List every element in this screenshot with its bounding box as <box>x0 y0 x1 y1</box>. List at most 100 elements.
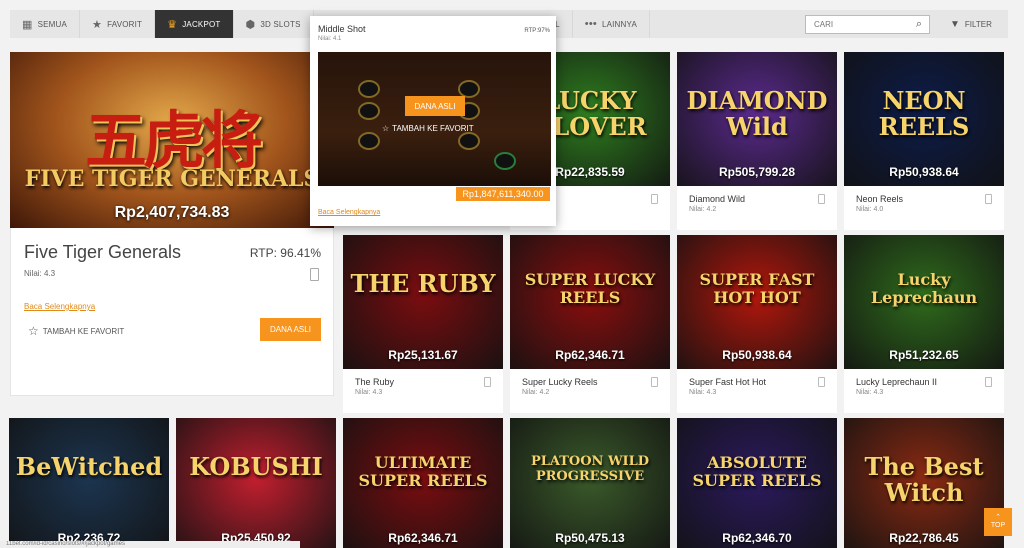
game-name: Super Lucky Reels <box>522 377 598 387</box>
search-box: ⌕ <box>805 15 930 34</box>
filter-button[interactable]: ▼ FILTER <box>950 10 992 38</box>
chevron-up-icon: ⌃ <box>995 514 1001 521</box>
tab-3d-slots[interactable]: ⬢ 3D SLOTS <box>234 10 314 38</box>
mobile-icon <box>651 194 658 204</box>
game-tile[interactable]: KOBUSHI Rp25,450.92 <box>176 418 336 548</box>
game-logo: ABSOLUTE SUPER REELS <box>692 453 822 490</box>
featured-game-image[interactable]: 五虎将 FIVE TIGER GENERALS Rp2,407,734.83 <box>10 52 334 228</box>
mobile-icon <box>985 377 992 387</box>
game-thumbnail[interactable]: NEON REELS Rp50,938.64 <box>844 52 1004 186</box>
status-url: 11bet.com/id-id/casino/slots/#/jackpot/g… <box>0 541 300 548</box>
game-name: Super Fast Hot Hot <box>689 377 767 387</box>
game-logo: NEON REELS <box>878 86 970 141</box>
game-tile[interactable]: PLATOON WILD PROGRESSIVE Rp50,475.13 <box>510 418 670 548</box>
featured-rating: Nilai: 4.3 <box>24 269 56 278</box>
game-tile[interactable]: BeWitched Rp2,236.72 <box>9 418 169 548</box>
game-rating: Nilai: 4.3 <box>856 389 884 396</box>
game-thumbnail[interactable]: PLATOON WILD PROGRESSIVE Rp50,475.13 <box>510 418 670 548</box>
grid-icon: ▦ <box>22 18 33 31</box>
top-label: TOP <box>990 522 1006 529</box>
game-tile[interactable]: SUPER FAST HOT HOT Rp50,938.64 Super Fast … <box>677 235 837 413</box>
game-rating: Nilai: 4.3 <box>689 389 717 396</box>
game-tile[interactable]: SUPER LUCKY REELS Rp62,346.71 Super Lucky … <box>510 235 670 413</box>
game-name: The Ruby <box>355 377 395 387</box>
game-thumbnail[interactable]: THE RUBY Rp25,131.67 <box>343 235 503 369</box>
search-icon[interactable]: ⌕ <box>911 18 927 31</box>
game-info: Super Lucky Reels Nilai: 4.2 <box>510 369 670 413</box>
jackpot-icon: ♛ <box>167 18 178 31</box>
game-rating: Nilai: 4.3 <box>355 389 383 396</box>
jackpot-price: Rp50,938.64 <box>889 165 959 179</box>
game-thumbnail[interactable]: KOBUSHI Rp25,450.92 <box>176 418 336 548</box>
back-to-top-button[interactable]: ⌃ TOP <box>984 508 1012 536</box>
game-tile[interactable]: ULTIMATE SUPER REELS Rp62,346.71 <box>343 418 503 548</box>
game-tile[interactable]: THE RUBY Rp25,131.67 The Ruby Nilai: 4.3 <box>343 235 503 413</box>
jackpot-price: Rp50,938.64 <box>722 348 792 362</box>
game-name: Lucky Leprechaun II <box>856 377 938 387</box>
jackpot-price: Rp62,346.71 <box>555 348 625 362</box>
tab-lainnya[interactable]: ••• LAINNYA <box>573 10 650 38</box>
read-more-link[interactable]: Baca Selengkapnya <box>24 302 95 311</box>
popup-add-favorite[interactable]: ☆ TAMBAH KE FAVORIT <box>382 124 474 133</box>
game-thumbnail[interactable]: Lucky Leprechaun Rp51,232.65 <box>844 235 1004 369</box>
game-thumbnail[interactable]: DIAMOND Wild Rp505,799.28 <box>677 52 837 186</box>
featured-game-name: Five Tiger Generals <box>24 242 182 262</box>
play-real-money-button[interactable]: DANA ASLI <box>260 318 321 341</box>
game-tile[interactable]: DIAMOND Wild Rp505,799.28 Diamond Wild Nila… <box>677 52 837 230</box>
game-logo: The Best Witch <box>864 452 984 507</box>
tab-jackpot[interactable]: ♛ JACKPOT <box>155 10 234 38</box>
popup-rating: Nilai: 4.1 <box>318 36 342 42</box>
featured-info-panel: Five Tiger Generals Nilai: 4.3 RTP: 96.4… <box>10 228 334 396</box>
featured-rtp: RTP: 96.41% <box>249 246 321 260</box>
tab-label: FAVORIT <box>107 19 143 29</box>
game-tile[interactable]: NEON REELS Rp50,938.64 Neon Reels Nilai: 4.… <box>844 52 1004 230</box>
popup-read-more-link[interactable]: Baca Selengkapnya <box>318 209 380 216</box>
jackpot-price: Rp50,475.13 <box>555 531 625 545</box>
search-input[interactable] <box>806 16 911 33</box>
tab-label: JACKPOT <box>182 19 221 29</box>
game-tile[interactable]: The Best Witch Rp22,786.45 <box>844 418 1004 548</box>
game-thumbnail[interactable]: BeWitched Rp2,236.72 <box>9 418 169 548</box>
tab-label: LAINNYA <box>601 19 637 29</box>
game-logo: SUPER FAST HOT HOT <box>699 270 815 307</box>
game-info: Neon Reels Nilai: 4.0 <box>844 186 1004 230</box>
game-logo: PLATOON WILD PROGRESSIVE <box>530 454 650 484</box>
game-tile[interactable]: ABSOLUTE SUPER REELS Rp62,346.70 <box>677 418 837 548</box>
featured-logo-en: FIVE TIGER GENERALS <box>24 166 320 192</box>
favorite-label: TAMBAH KE FAVORIT <box>392 124 474 133</box>
tab-semua[interactable]: ▦ SEMUA <box>10 10 81 38</box>
mobile-icon <box>985 194 992 204</box>
tab-label: 3D SLOTS <box>260 19 301 29</box>
game-thumbnail[interactable]: SUPER FAST HOT HOT Rp50,938.64 <box>677 235 837 369</box>
popup-jackpot-amount: Rp1,847,611,340.00 <box>456 187 550 201</box>
game-hover-popup: Middle Shot Nilai: 4.1 RTP:97% DANA ASLI… <box>310 16 556 226</box>
popup-game-title: Middle Shot <box>318 24 366 34</box>
jackpot-price: Rp51,232.65 <box>889 348 959 362</box>
jackpot-price: Rp62,346.70 <box>722 531 792 545</box>
game-thumbnail[interactable]: ABSOLUTE SUPER REELS Rp62,346.70 <box>677 418 837 548</box>
jackpot-price: Rp505,799.28 <box>718 165 796 179</box>
game-thumbnail[interactable]: SUPER LUCKY REELS Rp62,346.71 <box>510 235 670 369</box>
game-thumbnail[interactable]: The Best Witch Rp22,786.45 <box>844 418 1004 548</box>
game-logo: THE RUBY <box>350 269 496 298</box>
game-logo: DIAMOND Wild <box>686 86 828 141</box>
game-name: Neon Reels <box>856 194 904 204</box>
favorite-label: TAMBAH KE FAVORIT <box>42 326 125 336</box>
game-logo: Lucky Leprechaun <box>870 270 978 307</box>
game-tile[interactable]: Lucky Leprechaun Rp51,232.65 Lucky Leprech… <box>844 235 1004 413</box>
game-info: Lucky Leprechaun II Nilai: 4.3 <box>844 369 1004 413</box>
game-thumbnail[interactable]: ULTIMATE SUPER REELS Rp62,346.71 <box>343 418 503 548</box>
mobile-icon <box>818 377 825 387</box>
popup-game-preview: DANA ASLI ☆ TAMBAH KE FAVORIT <box>318 52 551 186</box>
tab-favorit[interactable]: ★ FAVORIT <box>80 10 156 38</box>
page: ▦SEMUA ★FAVORIT ♛JACKPOT ⬢3D SLOTS AL ••… <box>0 0 1024 548</box>
game-rating: Nilai: 4.2 <box>522 389 550 396</box>
game-name: Diamond Wild <box>689 194 746 204</box>
featured-jackpot-price: Rp2,407,734.83 <box>114 204 230 221</box>
jackpot-price: Rp62,346.71 <box>388 531 458 545</box>
popup-play-button[interactable]: DANA ASLI <box>405 96 465 116</box>
star-outline-icon: ☆ <box>28 324 39 338</box>
jackpot-price: Rp22,786.45 <box>889 531 959 545</box>
popup-rtp: RTP:97% <box>524 28 550 34</box>
add-favorite-button[interactable]: ☆ TAMBAH KE FAVORIT <box>28 324 124 338</box>
